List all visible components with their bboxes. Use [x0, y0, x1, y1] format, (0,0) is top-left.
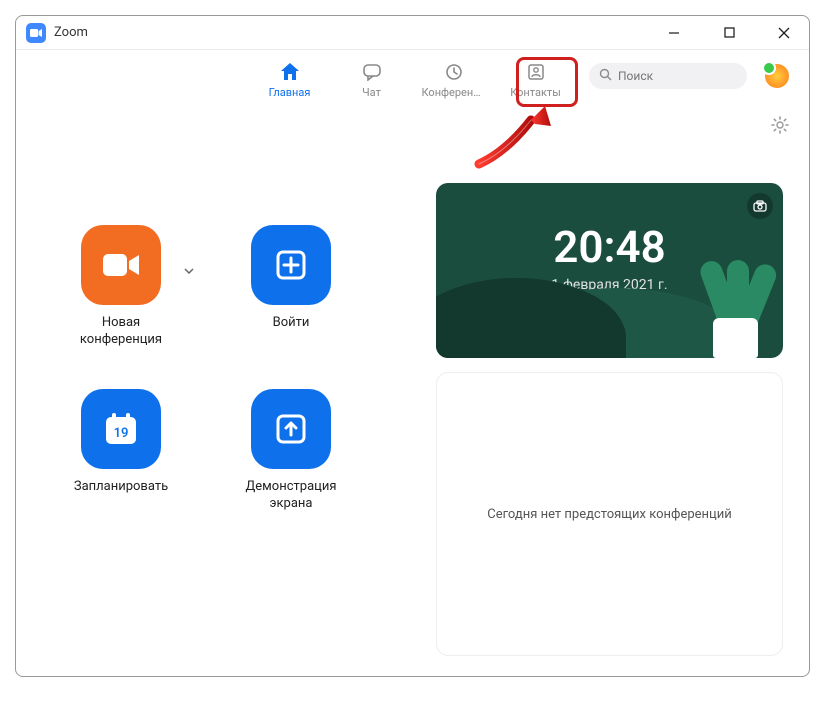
tab-contacts[interactable]: Контакты	[504, 56, 568, 99]
app-window: Zoom Главная	[15, 15, 810, 677]
titlebar: Zoom	[16, 16, 809, 50]
zoom-app-icon	[26, 23, 46, 43]
home-icon	[280, 62, 300, 82]
video-icon	[101, 251, 141, 279]
share-screen-button[interactable]: Демонстрация экрана	[216, 389, 366, 513]
chevron-down-icon[interactable]	[184, 259, 194, 278]
plus-icon	[273, 247, 309, 283]
calendar-icon: 19	[101, 409, 141, 449]
clock-card: 20:48 1 февраля 2021 г.	[436, 183, 783, 358]
right-pane: 20:48 1 февраля 2021 г. Сегодня нет пред…	[436, 135, 783, 656]
change-background-button[interactable]	[747, 193, 773, 219]
chat-icon	[362, 62, 382, 82]
minimize-button[interactable]	[659, 21, 689, 45]
camera-icon	[753, 200, 767, 212]
maximize-button[interactable]	[714, 21, 744, 45]
action-tiles-pane: Новая конференция Войти	[46, 135, 406, 656]
tab-meetings[interactable]: Конференц...	[422, 56, 486, 99]
tab-chat[interactable]: Чат	[340, 56, 404, 99]
upcoming-meetings-panel: Сегодня нет предстоящих конференций	[436, 372, 783, 656]
top-navbar: Главная Чат Конференц... Контакты	[16, 50, 809, 105]
no-meetings-text: Сегодня нет предстоящих конференций	[487, 507, 732, 522]
svg-text:19: 19	[114, 426, 129, 441]
search-input[interactable]	[589, 63, 747, 89]
close-button[interactable]	[769, 21, 799, 45]
search-icon	[599, 68, 612, 84]
avatar[interactable]	[763, 62, 791, 90]
clock-icon	[444, 62, 464, 82]
schedule-button[interactable]: 19 Запланировать	[46, 389, 196, 513]
contacts-icon	[526, 62, 546, 82]
new-meeting-button[interactable]: Новая конференция	[46, 225, 196, 349]
window-title: Zoom	[54, 25, 88, 40]
search-field[interactable]	[618, 69, 728, 83]
main-content: Новая конференция Войти	[16, 105, 809, 676]
tab-home[interactable]: Главная	[258, 56, 322, 99]
join-button[interactable]: Войти	[216, 225, 366, 349]
settings-button[interactable]	[771, 116, 789, 138]
share-up-icon	[273, 411, 309, 447]
clock-time: 20:48	[436, 183, 783, 273]
